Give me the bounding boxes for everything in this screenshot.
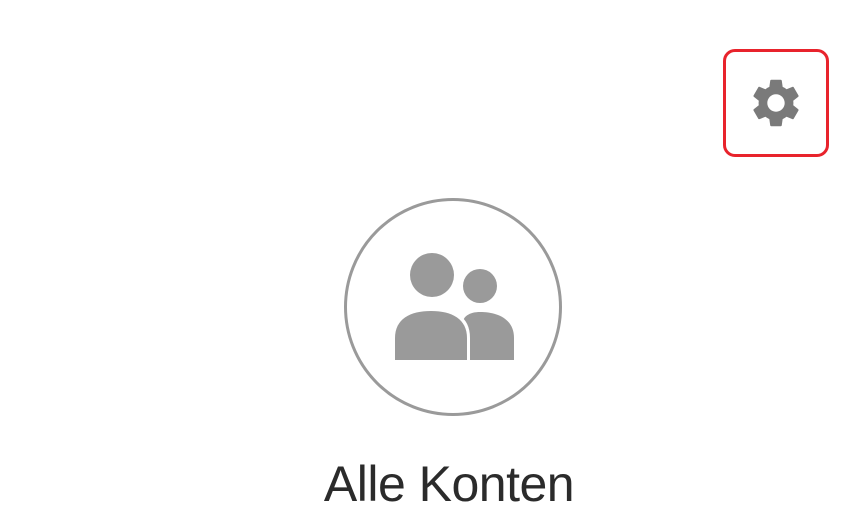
group-users-icon (390, 253, 514, 364)
settings-button[interactable] (723, 49, 829, 157)
account-label: Alle Konten (323, 456, 575, 512)
all-accounts-screen: Alle Konten (0, 0, 852, 518)
gear-icon (753, 79, 799, 127)
all-accounts-avatar[interactable] (344, 198, 562, 416)
